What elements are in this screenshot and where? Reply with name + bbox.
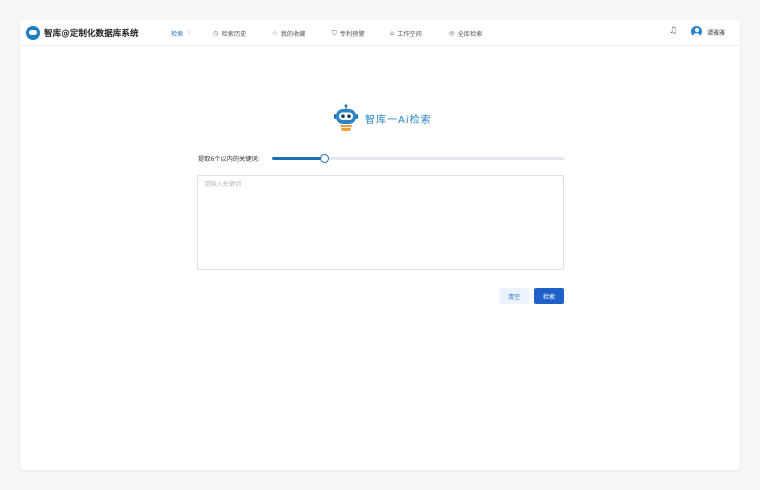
- keyword-input[interactable]: [197, 175, 564, 270]
- keyword-count-slider[interactable]: [272, 153, 564, 163]
- brand[interactable]: 智库@定制化数据库系统: [26, 25, 139, 41]
- search-button[interactable]: 检索: [534, 288, 564, 304]
- keyword-count-slider-row: 提取6个以内的关键词:: [198, 152, 564, 164]
- ai-search-title: 智库一Ai检索: [365, 114, 432, 126]
- history-icon: ◷: [213, 29, 219, 37]
- clear-button[interactable]: 清空: [499, 288, 529, 304]
- nav-item-favorites[interactable]: ☆ 我的收藏: [272, 26, 305, 40]
- star-icon: ☆: [272, 29, 278, 37]
- nav-item-label: 工作空间: [397, 30, 422, 38]
- nav-item-search[interactable]: 检索 ▽: [171, 26, 191, 40]
- nav-item-label: 检索: [171, 30, 184, 38]
- nav-item-full-search[interactable]: ◎ 全库检索: [449, 26, 482, 40]
- workspace-icon: ⌂: [390, 29, 395, 37]
- slider-handle[interactable]: [320, 153, 330, 163]
- slider-label: 提取6个以内的关键词:: [198, 156, 260, 163]
- ai-search-logo: 智库一Ai检索: [334, 104, 432, 132]
- nav-item-label: 我的收藏: [280, 30, 306, 38]
- nav-item-patent-alert[interactable]: ⛉ 专利预警: [332, 26, 365, 40]
- main-card: 智库@定制化数据库系统 检索 ▽ ◷ 检索历史 ☆ 我的收藏 ⛉ 专利预警 ⌂ …: [20, 20, 740, 470]
- nav-item-workspace[interactable]: ⌂ 工作空间: [390, 26, 422, 40]
- top-navigation-bar: 智库@定制化数据库系统 检索 ▽ ◷ 检索历史 ☆ 我的收藏 ⛉ 专利预警 ⌂ …: [20, 20, 740, 46]
- shield-icon: ⛉: [332, 28, 337, 37]
- nav-item-label: 全库检索: [457, 30, 483, 38]
- brand-logo-icon: [26, 26, 40, 40]
- slider-fill: [272, 156, 325, 160]
- avatar[interactable]: [691, 26, 702, 37]
- robot-icon: [334, 104, 358, 131]
- globe-icon: ◎: [449, 29, 455, 37]
- app-title: 智库@定制化数据库系统: [44, 29, 139, 39]
- chevron-down-icon: ▽: [187, 30, 192, 36]
- nav-item-search-history[interactable]: ◷ 检索历史: [213, 26, 246, 40]
- bell-icon[interactable]: ♫: [669, 26, 677, 36]
- nav-item-label: 检索历史: [221, 30, 247, 38]
- user-name[interactable]: 谭雅雅: [707, 28, 725, 37]
- nav-item-label: 专利预警: [339, 30, 365, 38]
